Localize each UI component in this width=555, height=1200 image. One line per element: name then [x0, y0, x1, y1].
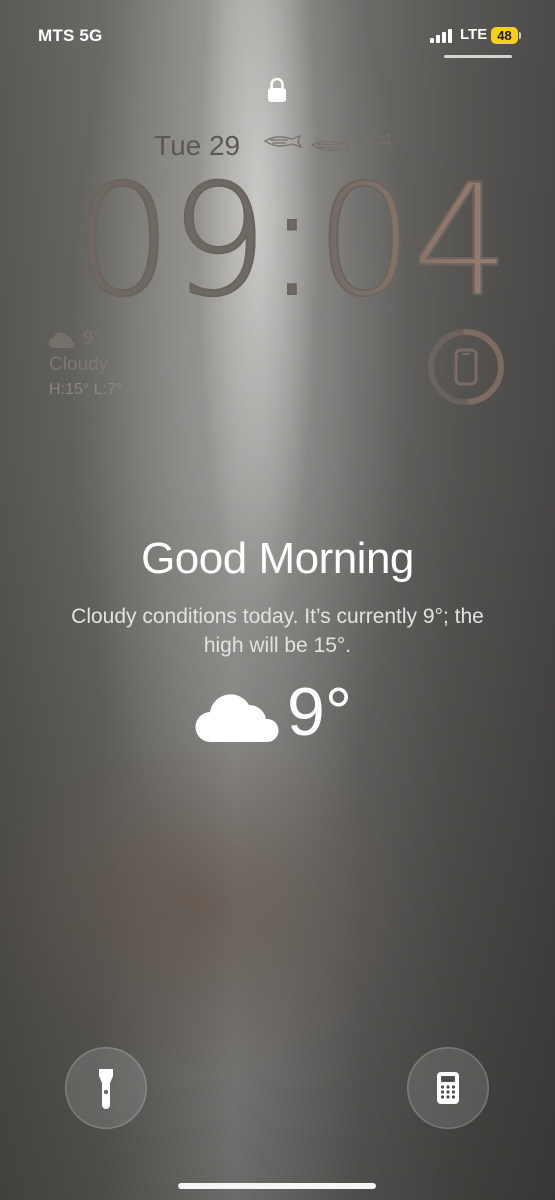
cloud-icon — [48, 332, 75, 348]
carrier-label: MTS 5G — [38, 26, 103, 45]
weather-widget[interactable]: 9° Cloudy H:15° L:7° — [48, 326, 188, 406]
lock-icon — [268, 77, 286, 102]
current-weather: 9° — [193, 674, 373, 750]
lock-screen-clock: 09:04 — [73, 152, 511, 331]
control-center-indicator[interactable] — [444, 55, 512, 58]
iphone-icon — [454, 348, 478, 386]
calculator-button[interactable] — [407, 1047, 489, 1129]
widget-temperature: 9° — [83, 328, 102, 349]
current-temperature: 9° — [287, 674, 353, 750]
weather-summary: Cloudy conditions today. It’s currently … — [71, 605, 484, 657]
flashlight-icon — [99, 1069, 113, 1109]
cloud-icon — [195, 694, 279, 742]
battery-level-label: 48 — [497, 28, 512, 43]
network-type-label: LTE — [460, 26, 488, 43]
battery-icon: 48 — [491, 27, 521, 44]
widget-high-low: H:15° L:7° — [49, 381, 123, 398]
calculator-icon — [437, 1072, 459, 1104]
battery-ring-widget[interactable] — [424, 325, 508, 409]
widget-condition: Cloudy — [49, 354, 109, 375]
cellular-signal-icon — [430, 29, 454, 43]
flashlight-button[interactable] — [65, 1047, 147, 1129]
home-indicator[interactable] — [178, 1183, 376, 1189]
status-bar: MTS 5G LTE 48 — [0, 0, 555, 70]
greeting-title: Good Morning — [141, 534, 414, 583]
